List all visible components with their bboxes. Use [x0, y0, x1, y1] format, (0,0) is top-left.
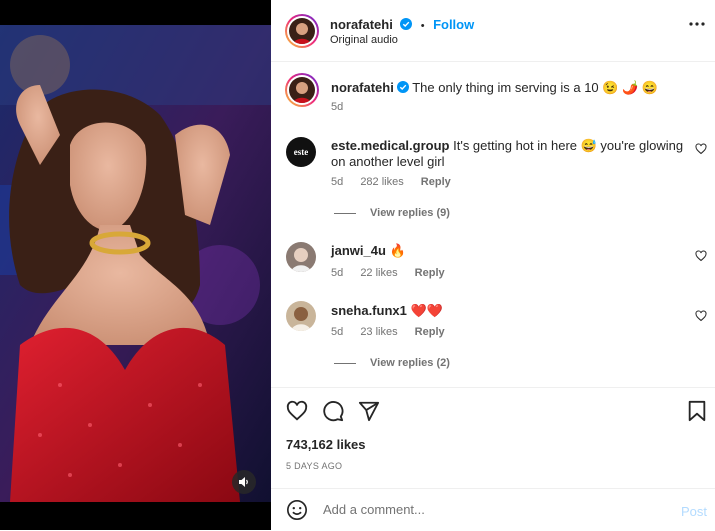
video-frame[interactable]: [0, 25, 271, 502]
comment-heart-icon[interactable]: [695, 310, 707, 322]
comment-text: ❤️❤️: [410, 303, 443, 318]
caption-meta: 5d: [331, 101, 357, 113]
bookmark-icon[interactable]: [687, 400, 707, 422]
caption: norafatehi The only thing im serving is …: [331, 80, 691, 96]
header-user: norafatehi • Follow: [330, 16, 474, 34]
comment-avatar[interactable]: [286, 242, 316, 272]
comment-text: 🔥: [389, 243, 406, 258]
reply-button[interactable]: Reply: [415, 267, 445, 279]
avatar[interactable]: [289, 18, 315, 44]
comment-username[interactable]: este.medical.group: [331, 138, 449, 153]
share-icon[interactable]: [358, 400, 380, 422]
post-media[interactable]: [0, 0, 271, 530]
comment-body: este.medical.group It's getting hot in h…: [331, 138, 686, 170]
mute-icon: [239, 477, 248, 487]
more-icon[interactable]: [689, 22, 705, 26]
verified-icon: [400, 18, 413, 30]
follow-button[interactable]: Follow: [433, 17, 474, 32]
view-replies-button[interactable]: View replies (2): [334, 357, 450, 369]
comment-likes[interactable]: 23 likes: [360, 326, 397, 338]
separator: •: [420, 20, 425, 32]
likes-count[interactable]: 743,162 likes: [286, 437, 366, 452]
comment-input[interactable]: [321, 501, 655, 518]
reply-button[interactable]: Reply: [415, 326, 445, 338]
view-replies-button[interactable]: View replies (9): [334, 207, 450, 219]
comment-meta: 5d 23 likes Reply: [331, 326, 459, 338]
story-ring[interactable]: [285, 14, 319, 48]
comment-likes[interactable]: 282 likes: [360, 176, 403, 188]
comment-avatar[interactable]: este: [286, 137, 316, 167]
comment-body: janwi_4u 🔥: [331, 243, 686, 259]
comment-meta: 5d 22 likes Reply: [331, 267, 459, 279]
comment-icon[interactable]: [322, 400, 344, 422]
heart-icon[interactable]: [286, 400, 308, 422]
caption-text: The only thing im serving is a 10 😉 🌶️ 😄: [412, 80, 659, 95]
comment-age: 5d: [331, 176, 344, 188]
emoji-icon[interactable]: [286, 499, 308, 521]
comment-likes[interactable]: 22 likes: [360, 267, 397, 279]
comment-age: 5d: [331, 326, 344, 338]
post-date[interactable]: 5 DAYS AGO: [286, 461, 342, 471]
reply-button[interactable]: Reply: [421, 176, 451, 188]
caption-username[interactable]: norafatehi: [331, 80, 394, 95]
comment-username[interactable]: janwi_4u: [331, 243, 386, 258]
comment-age: 5d: [331, 267, 344, 279]
video-still: [0, 25, 271, 502]
post-header: norafatehi • Follow Original audio: [271, 0, 715, 62]
mute-button[interactable]: [232, 470, 256, 494]
header-username[interactable]: norafatehi: [330, 17, 393, 32]
replies-line: [334, 212, 356, 214]
caption-avatar[interactable]: [289, 77, 315, 103]
action-bar: 743,162 likes 5 DAYS AGO: [271, 387, 715, 488]
comment-username[interactable]: sneha.funx1: [331, 303, 407, 318]
verified-icon: [396, 81, 409, 93]
comment-heart-icon[interactable]: [695, 143, 707, 155]
caption-avatar-ring[interactable]: [285, 73, 319, 107]
replies-line: [334, 362, 356, 364]
comment-meta: 5d 282 likes Reply: [331, 176, 465, 188]
caption-age: 5d: [331, 101, 344, 113]
comment-avatar[interactable]: [286, 301, 316, 331]
post-button[interactable]: Post: [681, 504, 707, 519]
post-panel: norafatehi • Follow Original audio noraf…: [271, 0, 715, 530]
comment-composer: Post: [271, 488, 715, 531]
comment-body: sneha.funx1 ❤️❤️: [331, 303, 686, 319]
comment-heart-icon[interactable]: [695, 250, 707, 262]
audio-label[interactable]: Original audio: [330, 34, 398, 46]
